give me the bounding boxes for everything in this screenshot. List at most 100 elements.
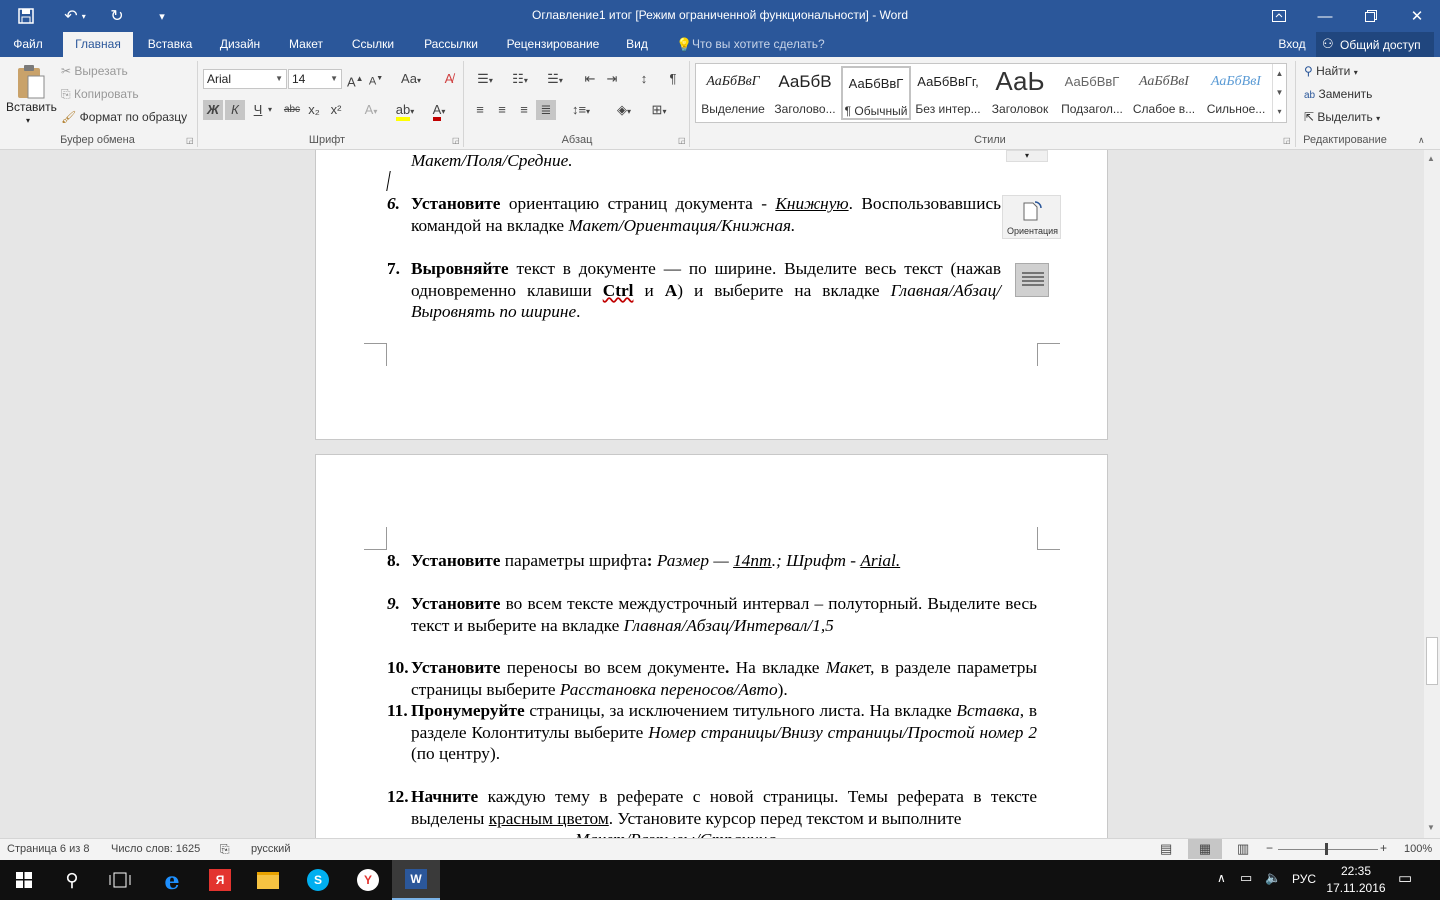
- scrollbar-thumb[interactable]: [1426, 637, 1438, 685]
- underline-button[interactable]: Ч: [251, 100, 265, 120]
- style-sample: АаБбВвГ: [848, 76, 904, 91]
- vertical-scrollbar[interactable]: ▲ ▼: [1424, 150, 1440, 838]
- sort-icon[interactable]: ↕: [634, 69, 654, 89]
- font-size-combo[interactable]: 14 ▼: [288, 69, 342, 89]
- bullets-icon[interactable]: ☰▾: [470, 69, 500, 89]
- grow-font-icon[interactable]: A▲: [347, 69, 364, 89]
- tell-me-input[interactable]: Что вы хотите сделать?: [692, 32, 832, 57]
- edge-icon[interactable]: e: [148, 860, 196, 900]
- close-button[interactable]: ✕: [1394, 0, 1440, 32]
- style-subtitle[interactable]: АаБбВвГ Подзагол...: [1057, 66, 1127, 120]
- zoom-out-icon[interactable]: −: [1266, 841, 1273, 855]
- zoom-slider-thumb[interactable]: [1325, 843, 1328, 855]
- yandex-browser-icon[interactable]: Я: [196, 860, 244, 900]
- ribbon-display-icon[interactable]: [1256, 0, 1302, 32]
- tab-design[interactable]: Дизайн: [211, 32, 269, 57]
- zoom-slider[interactable]: [1278, 849, 1378, 850]
- change-case-icon[interactable]: Aa▾: [396, 69, 426, 89]
- dialog-launcher-icon[interactable]: ◲: [678, 136, 686, 145]
- style-heading[interactable]: АаБбВ Заголово...: [770, 66, 840, 120]
- page-count[interactable]: Страница 6 из 8: [7, 843, 89, 855]
- decrease-indent-icon[interactable]: ⇤: [580, 69, 600, 89]
- dialog-launcher-icon[interactable]: ◲: [452, 136, 460, 145]
- read-mode-icon[interactable]: ▤: [1160, 841, 1172, 857]
- dialog-launcher-icon[interactable]: ◲: [1283, 136, 1291, 145]
- minimize-button[interactable]: —: [1302, 0, 1348, 32]
- borders-icon[interactable]: ⊞▾: [644, 100, 674, 120]
- notifications-icon[interactable]: ▭: [1398, 869, 1412, 887]
- language[interactable]: русский: [251, 843, 290, 855]
- format-painter-button[interactable]: 🖌 Формат по образцу: [61, 110, 187, 124]
- web-layout-icon[interactable]: ▥: [1237, 841, 1249, 857]
- volume-icon[interactable]: 🔈: [1265, 870, 1281, 886]
- tab-layout[interactable]: Макет: [280, 32, 332, 57]
- tab-home[interactable]: Главная: [63, 32, 133, 57]
- paste-button[interactable]: Вставить ▾: [4, 60, 57, 128]
- text-effects-icon[interactable]: A▾: [358, 100, 384, 120]
- clock-date[interactable]: 17.11.2016: [1322, 881, 1390, 895]
- font-name-combo[interactable]: Arial ▼: [203, 69, 287, 89]
- show-marks-icon[interactable]: ¶: [664, 69, 682, 89]
- increase-indent-icon[interactable]: ⇥: [602, 69, 622, 89]
- align-left-icon[interactable]: ≡: [470, 100, 490, 120]
- align-center-icon[interactable]: ≡: [492, 100, 512, 120]
- task-view-icon[interactable]: [96, 860, 144, 900]
- search-icon[interactable]: ⚲: [48, 860, 96, 900]
- skype-icon[interactable]: S: [294, 860, 342, 900]
- chevron-up-icon[interactable]: ∧: [1217, 871, 1226, 885]
- zoom-in-icon[interactable]: +: [1380, 841, 1387, 855]
- dialog-launcher-icon[interactable]: ◲: [186, 136, 194, 145]
- align-right-icon[interactable]: ≡: [514, 100, 534, 120]
- select-button[interactable]: ⇱ Выделить ▾: [1304, 110, 1380, 124]
- replace-button[interactable]: ab Заменить: [1304, 87, 1372, 101]
- italic-button[interactable]: К: [225, 100, 245, 120]
- battery-icon[interactable]: ▭: [1240, 870, 1252, 886]
- yandex-icon[interactable]: Y: [344, 860, 392, 900]
- tab-file[interactable]: Файл: [6, 32, 50, 57]
- tab-review[interactable]: Рецензирование: [498, 32, 608, 57]
- tab-view[interactable]: Вид: [618, 32, 656, 57]
- justify-icon[interactable]: ≣: [536, 100, 556, 120]
- signin-link[interactable]: Вход: [1270, 32, 1314, 57]
- style-normal[interactable]: АаБбВвГ ¶ Обычный: [841, 66, 911, 120]
- superscript-button[interactable]: x²: [327, 100, 345, 120]
- shrink-font-icon[interactable]: A▼: [368, 69, 384, 89]
- copy-button[interactable]: ⎘ Копировать: [61, 87, 139, 102]
- line-spacing-icon[interactable]: ↕≡▾: [566, 100, 596, 120]
- scroll-up-icon[interactable]: ▲: [1427, 154, 1435, 163]
- zoom-level[interactable]: 100%: [1404, 843, 1432, 855]
- clear-formatting-icon[interactable]: A̸: [440, 69, 458, 89]
- numbering-icon[interactable]: ☷▾: [505, 69, 535, 89]
- proofing-icon[interactable]: ⎘: [220, 842, 230, 857]
- bold-button[interactable]: Ж: [203, 100, 223, 120]
- tab-insert[interactable]: Вставка: [140, 32, 200, 57]
- strikethrough-button[interactable]: abc: [282, 100, 302, 120]
- font-color-icon[interactable]: A▾: [424, 100, 454, 121]
- word-taskbar-icon[interactable]: W: [392, 860, 440, 900]
- style-subtle-emphasis[interactable]: АаБбВвI Слабое в...: [1129, 66, 1199, 120]
- subscript-button[interactable]: x₂: [305, 100, 323, 120]
- highlight-icon[interactable]: ab▾: [390, 100, 420, 121]
- shading-icon[interactable]: ◈▾: [609, 100, 639, 120]
- tab-references[interactable]: Ссылки: [344, 32, 402, 57]
- cut-button[interactable]: ✂ Вырезать: [61, 64, 128, 78]
- share-button[interactable]: ⚇ Общий доступ: [1316, 32, 1434, 57]
- style-title[interactable]: АаЬ Заголовок: [985, 66, 1055, 120]
- print-layout-icon[interactable]: ▦: [1188, 839, 1222, 859]
- chevron-down-icon[interactable]: ▾: [265, 100, 275, 120]
- style-emphasis[interactable]: АаБбВвГ Выделение: [698, 66, 768, 120]
- multilevel-list-icon[interactable]: ☱▾: [540, 69, 570, 89]
- style-intense-emphasis[interactable]: АаБбВвI Сильное...: [1201, 66, 1271, 120]
- clock-time[interactable]: 22:35: [1326, 864, 1386, 878]
- styles-scroll[interactable]: ▲ ▼ ▾: [1272, 64, 1286, 122]
- input-language[interactable]: РУС: [1292, 872, 1316, 886]
- style-no-spacing[interactable]: АаБбВвГг, Без интер...: [913, 66, 983, 120]
- collapse-ribbon-icon[interactable]: ∧: [1418, 135, 1425, 146]
- restore-button[interactable]: [1348, 0, 1394, 32]
- word-count[interactable]: Число слов: 1625: [111, 843, 200, 855]
- start-icon[interactable]: [0, 860, 48, 900]
- tab-mailings[interactable]: Рассылки: [415, 32, 487, 57]
- file-explorer-icon[interactable]: [244, 860, 292, 900]
- scroll-down-icon[interactable]: ▼: [1427, 823, 1435, 832]
- find-button[interactable]: ⚲ Найти ▾: [1304, 64, 1358, 78]
